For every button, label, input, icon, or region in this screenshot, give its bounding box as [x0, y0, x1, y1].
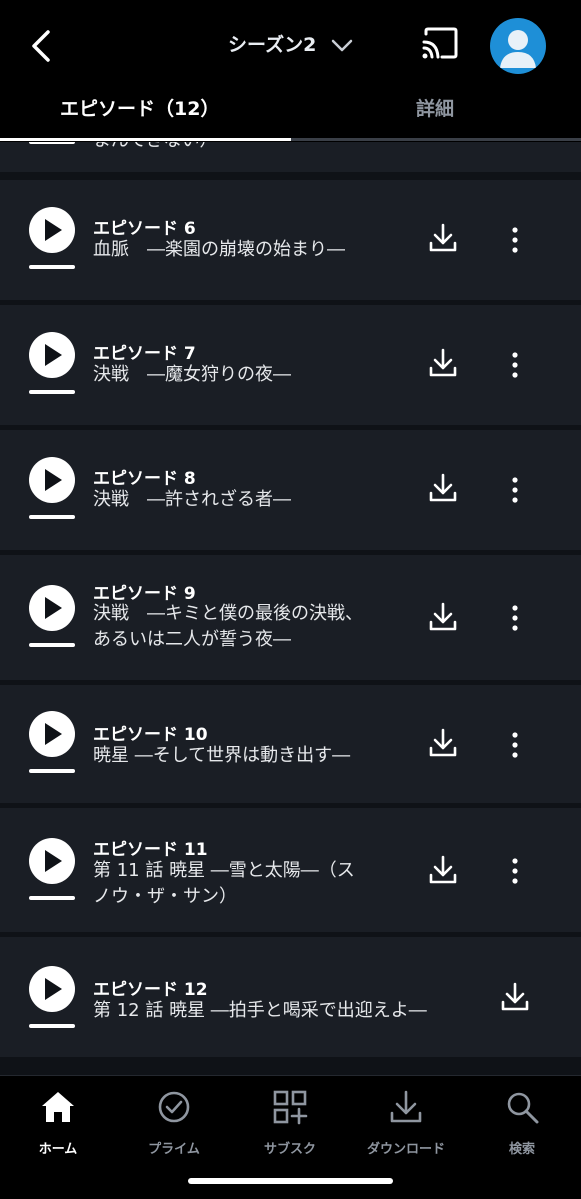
play-icon: [45, 469, 62, 491]
download-icon: [429, 602, 457, 631]
play-button[interactable]: [29, 966, 75, 1012]
nav-search-label: 検索: [508, 1142, 535, 1157]
tab-episodes[interactable]: エピソード（12）: [60, 94, 219, 121]
episode-card-10[interactable]: エピソード 10 暁星 ―そして世界は動き出す―: [0, 685, 581, 803]
play-button[interactable]: [29, 457, 75, 503]
download-button[interactable]: [428, 727, 458, 759]
watch-progress-bar: [29, 390, 75, 394]
cast-icon: [422, 27, 458, 59]
episode-title: エピソード 8: [93, 469, 196, 489]
episode-card-11[interactable]: エピソード 11 第 11 話 暁星 ―雪と太陽―（スノウ・ザ・サン）: [0, 808, 581, 932]
play-icon: [45, 344, 62, 366]
watch-progress-bar: [29, 1024, 75, 1028]
more-vertical-icon: [512, 858, 518, 884]
more-vertical-icon: [512, 732, 518, 758]
more-options-button[interactable]: [505, 857, 525, 885]
tab-active-indicator: [0, 138, 291, 141]
play-button[interactable]: [29, 838, 75, 884]
tab-details[interactable]: 詳細: [416, 94, 454, 121]
more-vertical-icon: [512, 227, 518, 253]
episode-title: エピソード 7: [93, 344, 196, 364]
episode-card-partial[interactable]: まんてきない）: [0, 142, 581, 172]
play-icon: [45, 597, 62, 619]
nav-downloads-label: ダウンロード: [366, 1142, 445, 1157]
nav-prime[interactable]: プライム: [116, 1086, 232, 1157]
episode-subtitle: 第 12 話 暁星 ―拍手と喝采で出迎えよ―: [93, 1000, 427, 1021]
check-circle-icon: [158, 1091, 190, 1123]
play-icon: [45, 219, 62, 241]
nav-prime-label: プライム: [148, 1142, 200, 1157]
more-options-button[interactable]: [505, 226, 525, 254]
season-label: シーズン2: [228, 34, 317, 56]
watch-progress-bar: [29, 896, 75, 900]
watch-progress-bar: [29, 265, 75, 269]
home-indicator: [188, 1178, 393, 1184]
cast-button[interactable]: [420, 26, 460, 62]
nav-downloads[interactable]: ダウンロード: [348, 1086, 464, 1157]
episode-card-6[interactable]: エピソード 6 血脈 ―楽園の崩壊の始まり―: [0, 180, 581, 300]
app-header: シーズン2 エピソード（12） 詳細: [0, 0, 581, 142]
more-vertical-icon: [512, 352, 518, 378]
chevron-down-icon: [331, 39, 353, 51]
grid-plus-icon: [273, 1090, 308, 1125]
play-button[interactable]: [29, 711, 75, 757]
episode-title: エピソード 10: [93, 725, 208, 745]
episode-subtitle: 決戦 ―許されざる者―: [93, 489, 291, 510]
more-options-button[interactable]: [505, 731, 525, 759]
watch-progress-bar: [29, 142, 75, 144]
play-button[interactable]: [29, 207, 75, 253]
nav-home[interactable]: ホーム: [0, 1086, 116, 1157]
more-vertical-icon: [512, 477, 518, 503]
home-icon: [42, 1092, 74, 1122]
more-options-button[interactable]: [505, 604, 525, 632]
episode-title: エピソード 11: [93, 840, 208, 860]
download-button[interactable]: [428, 601, 458, 633]
episode-title: エピソード 12: [93, 980, 208, 1000]
more-options-button[interactable]: [505, 476, 525, 504]
episode-subtitle: まんてきない）: [93, 142, 218, 152]
download-icon: [429, 348, 457, 377]
episode-subtitle: 第 11 話 暁星 ―雪と太陽―（スノウ・ザ・サン）: [93, 860, 355, 907]
user-avatar-icon: [500, 30, 536, 68]
episode-list[interactable]: まんてきない） エピソード 6 血脈 ―楽園の崩壊の始まり― エピソード 7 決: [0, 142, 581, 1075]
more-vertical-icon: [512, 605, 518, 631]
download-icon: [429, 855, 457, 884]
episode-card-12[interactable]: エピソード 12 第 12 話 暁星 ―拍手と喝采で出迎えよ―: [0, 937, 581, 1057]
play-icon: [45, 723, 62, 745]
download-button[interactable]: [500, 981, 530, 1013]
nav-subscriptions[interactable]: サブスク: [232, 1086, 348, 1157]
nav-subscriptions-label: サブスク: [263, 1142, 316, 1157]
episode-subtitle: 暁星 ―そして世界は動き出す―: [93, 745, 351, 766]
download-icon: [429, 473, 457, 502]
search-icon: [507, 1092, 539, 1124]
episode-subtitle: 決戦 ―キミと僕の最後の決戦、あるいは二人が誓う夜―: [93, 603, 363, 650]
watch-progress-bar: [29, 515, 75, 519]
download-button[interactable]: [428, 347, 458, 379]
nav-home-label: ホーム: [38, 1142, 78, 1157]
episode-card-7[interactable]: エピソード 7 決戦 ―魔女狩りの夜―: [0, 305, 581, 425]
download-button[interactable]: [428, 472, 458, 504]
download-icon: [429, 223, 457, 252]
watch-progress-bar: [29, 643, 75, 647]
download-icon: [390, 1090, 422, 1123]
download-icon: [501, 982, 529, 1011]
download-button[interactable]: [428, 854, 458, 886]
play-icon: [45, 850, 62, 872]
more-options-button[interactable]: [505, 351, 525, 379]
watch-progress-bar: [29, 769, 75, 773]
episode-subtitle: 決戦 ―魔女狩りの夜―: [93, 364, 291, 385]
episode-card-8[interactable]: エピソード 8 決戦 ―許されざる者―: [0, 430, 581, 550]
play-button[interactable]: [29, 585, 75, 631]
download-icon: [429, 728, 457, 757]
episode-title: エピソード 6: [93, 219, 196, 239]
episode-card-9[interactable]: エピソード 9 決戦 ―キミと僕の最後の決戦、あるいは二人が誓う夜―: [0, 555, 581, 680]
episode-subtitle: 血脈 ―楽園の崩壊の始まり―: [93, 239, 345, 260]
profile-avatar[interactable]: [490, 18, 546, 74]
download-button[interactable]: [428, 222, 458, 254]
play-icon: [45, 978, 62, 1000]
nav-search[interactable]: 検索: [464, 1086, 580, 1157]
play-button[interactable]: [29, 332, 75, 378]
